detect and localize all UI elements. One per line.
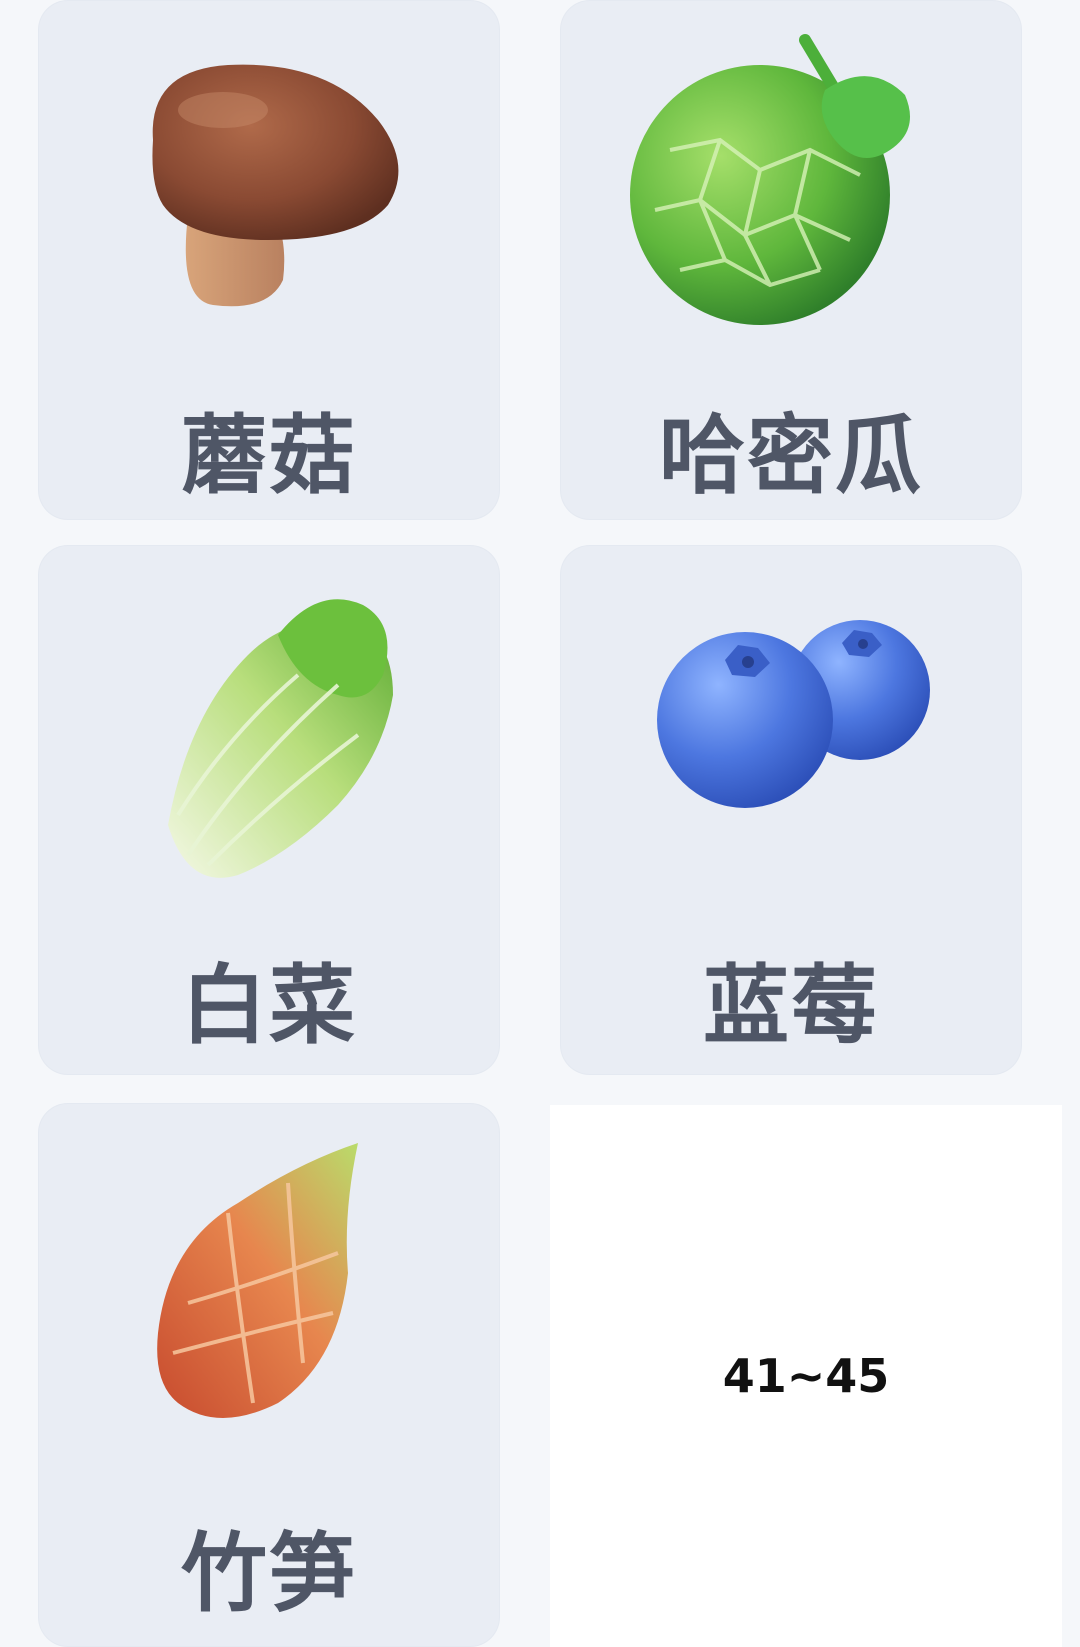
item-card-blueberry[interactable]: 蓝莓 <box>560 545 1022 1075</box>
item-label: 蓝莓 <box>703 956 879 1056</box>
item-card-mushroom[interactable]: 蘑菇 <box>38 0 500 520</box>
range-panel: 41~45 <box>550 1105 1062 1647</box>
item-card-bamboo-shoot[interactable]: 竹笋 <box>38 1103 500 1647</box>
item-card-cabbage[interactable]: 白菜 <box>38 545 500 1075</box>
item-label: 白菜 <box>181 956 357 1056</box>
item-card-melon[interactable]: 哈密瓜 <box>560 0 1022 520</box>
item-label: 竹笋 <box>181 1524 357 1624</box>
range-label: 41~45 <box>722 1349 890 1403</box>
item-label: 哈密瓜 <box>659 406 923 506</box>
item-label: 蘑菇 <box>181 406 357 506</box>
